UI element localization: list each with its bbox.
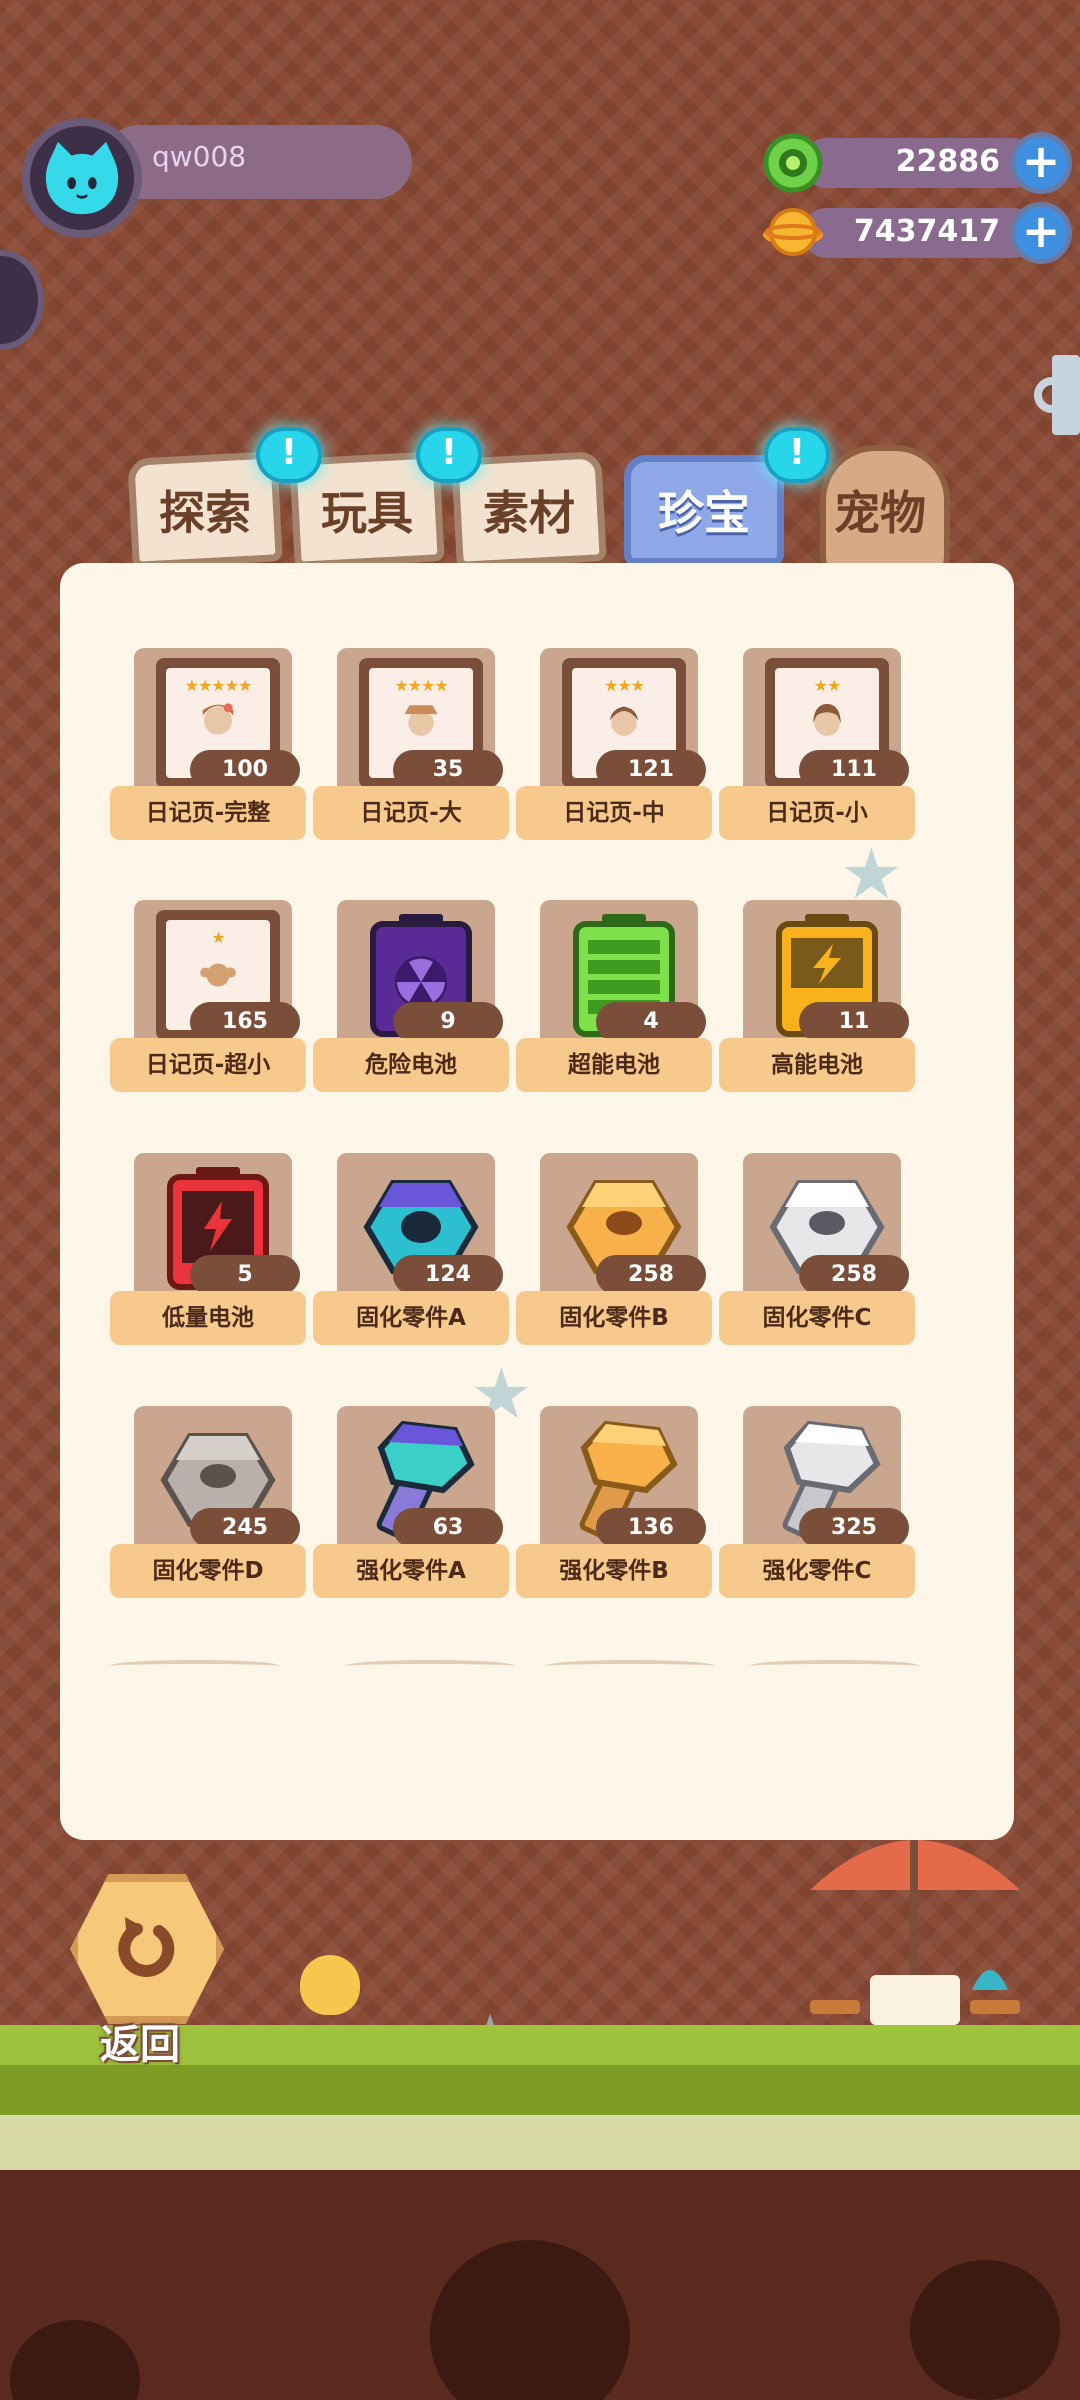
back-hex: [70, 1874, 224, 2024]
item-name: 固化零件B: [516, 1291, 712, 1345]
inventory-item[interactable]: 63 强化零件A: [313, 1406, 509, 1598]
inventory-item[interactable]: 258 固化零件C: [719, 1153, 915, 1345]
cafe-umbrella-decoration: [810, 1840, 1020, 2025]
next-row-edge: [110, 1660, 280, 1672]
next-row-edge: [545, 1660, 715, 1672]
tab-label: 宠物: [834, 486, 926, 540]
inventory-item[interactable]: ★★★ 121 日记页-中: [516, 648, 712, 840]
item-name: 危险电池: [313, 1038, 509, 1092]
item-count: 9: [393, 1002, 503, 1042]
tab-label: 探索: [159, 486, 251, 540]
item-name: 日记页-完整: [110, 786, 306, 840]
item-name: 日记页-超小: [110, 1038, 306, 1092]
item-count: 258: [799, 1255, 909, 1295]
gold-coin-icon: [763, 208, 823, 256]
burrow-hole: [430, 2240, 630, 2400]
soil-layer: [0, 2115, 1080, 2175]
item-name: 固化零件C: [719, 1291, 915, 1345]
item-count: 325: [799, 1508, 909, 1548]
item-count: 121: [596, 750, 706, 790]
coin-currency: 7437417 +: [762, 202, 1072, 264]
inventory-item[interactable]: ★ 165 日记页-超小: [110, 900, 306, 1092]
tab-label: 素材: [483, 486, 575, 540]
item-name: 超能电池: [516, 1038, 712, 1092]
back-button[interactable]: 返回: [62, 1874, 232, 2068]
next-row-edge: [750, 1660, 920, 1672]
tab-materials[interactable]: 素材 !: [416, 427, 607, 569]
underground: [0, 2170, 1080, 2400]
item-name: 强化零件A: [313, 1544, 509, 1598]
green-gem-icon: [763, 133, 823, 193]
item-count: 258: [596, 1255, 706, 1295]
inventory-item[interactable]: 245 固化零件D: [110, 1406, 306, 1598]
tab-pets[interactable]: 宠物 !: [764, 427, 950, 565]
item-count: 35: [393, 750, 503, 790]
back-label: 返回: [100, 2022, 180, 2068]
tab-explore[interactable]: 探索: [127, 451, 283, 569]
inventory-item[interactable]: 11 高能电池: [719, 900, 915, 1092]
inventory-item[interactable]: 325 强化零件C: [719, 1406, 915, 1598]
tab-label: 珍宝: [658, 486, 750, 540]
inventory-item[interactable]: 258 固化零件B: [516, 1153, 712, 1345]
item-count: 63: [393, 1508, 503, 1548]
item-name: 日记页-小: [719, 786, 915, 840]
username: qw008: [152, 140, 247, 173]
item-count: 11: [799, 1002, 909, 1042]
gem-amount: 22886: [895, 144, 1000, 179]
alert-badge: !: [416, 427, 482, 483]
inventory-item[interactable]: ★★ 111 日记页-小: [719, 648, 915, 840]
coin-amount: 7437417: [853, 214, 1000, 249]
key-icon[interactable]: [1030, 355, 1080, 435]
player-profile[interactable]: qw008: [22, 118, 412, 238]
inventory-item[interactable]: 124 固化零件A: [313, 1153, 509, 1345]
chick-character: [300, 1955, 360, 2015]
add-coin-button[interactable]: +: [1010, 202, 1072, 264]
item-count: 5: [190, 1255, 300, 1295]
item-count: 111: [799, 750, 909, 790]
inventory-panel: ★ ★ ★ ★★★★★ 100 日记页-完整 ★★★★ 35 日记页-大 ★★★…: [60, 563, 1014, 2068]
inventory-item[interactable]: 4 超能电池: [516, 900, 712, 1092]
item-name: 强化零件B: [516, 1544, 712, 1598]
side-menu-toggle[interactable]: [0, 250, 44, 350]
burrow-hole: [10, 2320, 140, 2400]
item-count: 165: [190, 1002, 300, 1042]
item-count: 136: [596, 1508, 706, 1548]
avatar[interactable]: [22, 118, 142, 238]
item-count: 100: [190, 750, 300, 790]
tab-treasures[interactable]: 珍宝: [624, 455, 784, 565]
item-name: 固化零件D: [110, 1544, 306, 1598]
item-count: 4: [596, 1002, 706, 1042]
item-name: 强化零件C: [719, 1544, 915, 1598]
alert-badge: !: [764, 427, 830, 483]
item-count: 124: [393, 1255, 503, 1295]
burrow-hole: [910, 2260, 1060, 2400]
next-row-edge: [345, 1660, 515, 1672]
add-gem-button[interactable]: +: [1010, 132, 1072, 194]
inventory-item[interactable]: ★★★★★ 100 日记页-完整: [110, 648, 306, 840]
username-pill: [102, 125, 412, 199]
inventory-item[interactable]: 9 危险电池: [313, 900, 509, 1092]
inventory-item[interactable]: 136 强化零件B: [516, 1406, 712, 1598]
gem-currency: 22886 +: [762, 132, 1072, 194]
item-name: 高能电池: [719, 1038, 915, 1092]
item-count: 245: [190, 1508, 300, 1548]
inventory-item[interactable]: ★★★★ 35 日记页-大: [313, 648, 509, 840]
item-name: 固化零件A: [313, 1291, 509, 1345]
item-name: 日记页-中: [516, 786, 712, 840]
inventory-item[interactable]: 5 低量电池: [110, 1153, 306, 1345]
tab-label: 玩具: [321, 486, 413, 540]
item-name: 低量电池: [110, 1291, 306, 1345]
return-arrow-icon: [118, 1917, 175, 1977]
item-name: 日记页-大: [313, 786, 509, 840]
tab-toys[interactable]: 玩具 !: [256, 427, 445, 569]
cat-avatar-icon: [45, 141, 119, 215]
alert-badge: !: [256, 427, 322, 483]
